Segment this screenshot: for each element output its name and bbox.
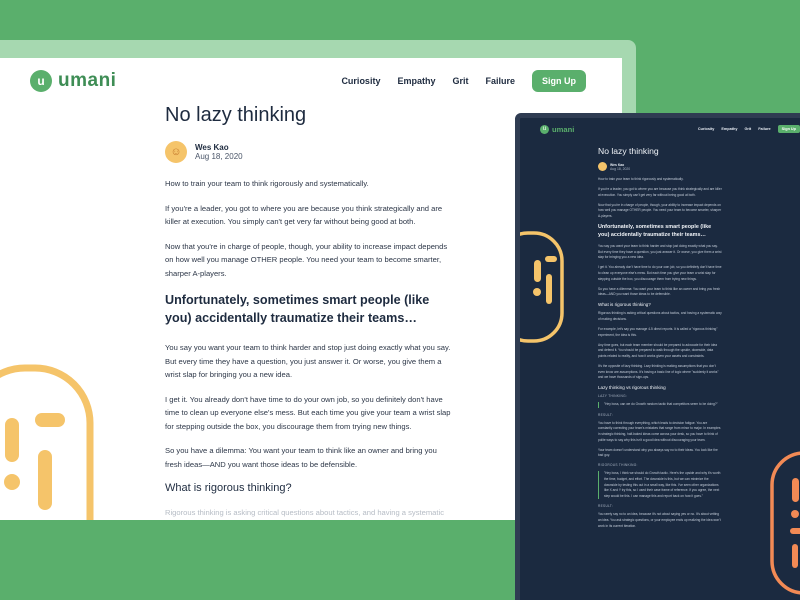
tablet-publish-date: Aug 18, 2020 (610, 166, 631, 171)
tablet-paragraph: You say you want your team to think hard… (598, 244, 722, 260)
article-intro: How to train your team to think rigorous… (165, 179, 369, 188)
tablet-paragraph: Your team doesn't understand why you alw… (598, 447, 718, 458)
article-paragraph: Now that you're in charge of people, tho… (165, 241, 448, 278)
tablet-subheading: What is rigorous thinking? (598, 302, 651, 308)
tablet-paragraph: For example, let's say you manage 4-5 di… (598, 327, 718, 337)
article-title: No lazy thinking (165, 104, 307, 126)
tablet-doodle-icon (520, 231, 564, 343)
article-body: No lazy thinking ☺ Wes Kao Aug 18, 2020 … (165, 104, 455, 528)
tablet-author-block: Wes Kao Aug 18, 2020 (598, 162, 722, 171)
author-name[interactable]: Wes Kao (195, 143, 243, 152)
article-subheading: What is rigorous thinking? (165, 482, 292, 494)
tablet-paragraph: Any time goes, but each team member shou… (598, 342, 718, 358)
tablet-paragraph: You have to think through everything, wh… (598, 420, 721, 442)
article-paragraph: So you have a dilemma: You want your tea… (165, 446, 437, 469)
nav-link-empathy[interactable]: Empathy (397, 76, 435, 86)
tablet-nav-links: Curiosity Empathy Grit Failure Sign Up (698, 125, 800, 133)
logo-icon: u (30, 70, 52, 92)
tablet-label: RIGOROUS THINKING: (598, 463, 638, 468)
nav-link-grit[interactable]: Grit (452, 76, 468, 86)
article-paragraph: I get it. You already don't have time to… (165, 394, 451, 431)
brand-name: umani (58, 70, 117, 91)
tablet-paragraph: You rarely say no to an idea, because it… (598, 512, 721, 528)
sign-up-button[interactable]: Sign Up (532, 70, 586, 92)
tablet-doodle-icon-right (770, 451, 800, 595)
brand-logo[interactable]: u umani (30, 70, 116, 92)
tablet-paragraph: If you're a leader, you got to where you… (598, 187, 722, 197)
tablet-nav-link-failure[interactable]: Failure (758, 127, 770, 131)
tablet-article-body: No lazy thinking Wes Kao Aug 18, 2020 Ho… (598, 140, 722, 534)
tablet-nav-link-empathy[interactable]: Empathy (721, 127, 737, 131)
author-avatar: ☺ (165, 141, 187, 163)
tablet-quote: "Hey boss, I think we should do Growth t… (598, 471, 722, 500)
article-heading: Unfortunately, sometimes smart people (l… (165, 293, 430, 325)
tablet-paragraph: It's the opposite of lazy thinking. Lazy… (598, 363, 719, 380)
tablet-paragraph: Rigorous thinking is asking critical que… (598, 311, 722, 321)
tablet-quote-text: "Hey boss, can we do Growth random tacti… (604, 402, 718, 407)
article-paragraph: If you're a leader, you got to where you… (165, 203, 443, 227)
tablet-subheading: Lazy thinking vs rigorous thinking (598, 385, 666, 391)
tablet-label: LAZY THINKING: (598, 394, 628, 399)
tablet-brand-logo[interactable]: u umani (540, 124, 575, 134)
tablet-dark-window: u umani Curiosity Empathy Grit Failure S… (515, 113, 800, 600)
tablet-sign-up-button[interactable]: Sign Up (777, 125, 800, 133)
tablet-brand-name: umani (552, 124, 575, 134)
tablet-paragraph: How to train your team to think rigorous… (598, 177, 684, 181)
tablet-label: RESULT: (598, 412, 613, 417)
tablet-paragraph: I get it. You already don't have time to… (598, 265, 722, 281)
publish-date: Aug 18, 2020 (195, 152, 243, 161)
tablet-author-avatar (598, 162, 607, 171)
tablet-heading: Unfortunately, sometimes smart people (l… (598, 224, 712, 238)
tablet-logo-icon: u (540, 124, 549, 134)
tablet-paragraph: Now that you're in charge of people, tho… (598, 202, 722, 218)
top-nav: u umani Curiosity Empathy Grit Failure S… (0, 58, 622, 104)
decorative-doodle-icon (0, 364, 94, 528)
nav-link-failure[interactable]: Failure (485, 76, 515, 86)
article-paragraph: You say you want your team to think hard… (165, 343, 451, 379)
nav-links: Curiosity Empathy Grit Failure Sign Up (341, 70, 586, 92)
nav-link-curiosity[interactable]: Curiosity (341, 76, 380, 86)
tablet-nav-link-curiosity[interactable]: Curiosity (698, 127, 714, 131)
tablet-quote-text: "Hey boss, I think we should do Growth t… (604, 471, 721, 498)
tablet-article-title: No lazy thinking (598, 146, 659, 156)
tablet-paragraph: So you have a dilemma: You want your tea… (598, 286, 721, 297)
tablet-top-nav: u umani Curiosity Empathy Grit Failure S… (520, 118, 800, 140)
tablet-label: RESULT: (598, 504, 613, 509)
tablet-nav-link-grit[interactable]: Grit (744, 127, 751, 131)
author-block: ☺ Wes Kao Aug 18, 2020 (165, 141, 455, 163)
tablet-quote: "Hey boss, can we do Growth random tacti… (598, 402, 722, 408)
